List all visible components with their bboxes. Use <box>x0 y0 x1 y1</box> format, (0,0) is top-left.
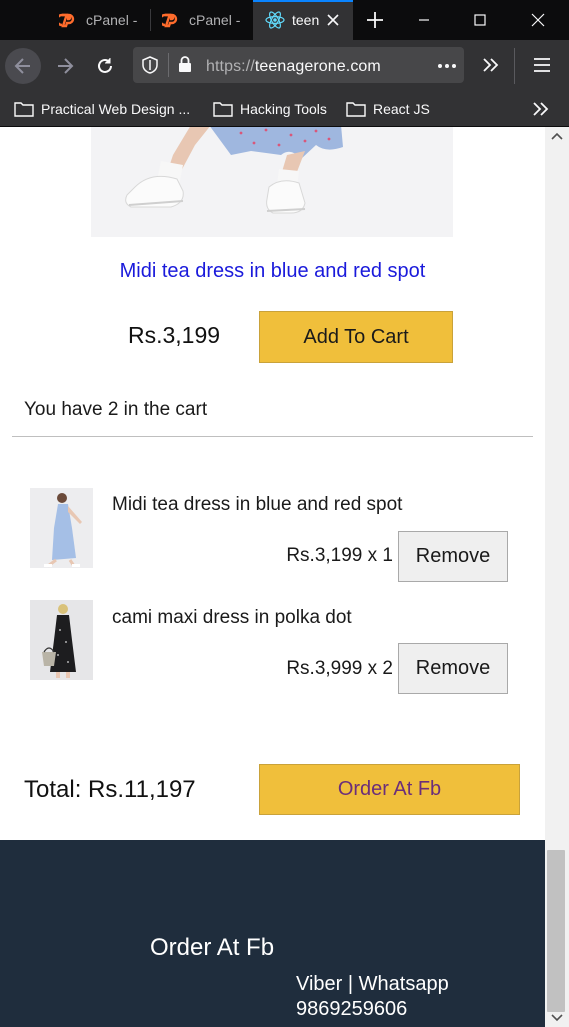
scrollbar-thumb[interactable] <box>547 850 565 1012</box>
divider <box>12 436 533 437</box>
cart-summary: You have 2 in the cart <box>24 399 208 420</box>
cart-item-quantity: Rs.3,199 x 1 <box>286 545 393 566</box>
shield-icon[interactable] <box>141 56 159 74</box>
remove-button[interactable]: Remove <box>398 531 508 582</box>
product-price: Rs.3,199 <box>128 322 221 348</box>
url-host: teenagerone.com <box>254 58 381 75</box>
footer-contact: Viber | Whatsapp 9869259606 <box>296 972 449 1022</box>
contact-phone: 9869259606 <box>296 998 408 1020</box>
forward-button[interactable] <box>47 48 83 84</box>
cpanel-icon <box>59 13 75 28</box>
contact-label: Viber | Whatsapp <box>296 973 449 995</box>
bookmark-react-js[interactable]: React JS <box>346 92 430 126</box>
url-scheme: https:// <box>206 58 255 75</box>
new-tab-button[interactable] <box>352 0 398 40</box>
back-arrow-icon <box>14 58 30 74</box>
bookmark-label: React JS <box>373 101 430 117</box>
cart-item-thumbnail <box>30 600 93 680</box>
more-dots-icon[interactable] <box>437 63 457 69</box>
scroll-up-arrow-icon[interactable] <box>550 131 564 141</box>
folder-icon <box>213 102 233 117</box>
plus-icon <box>367 12 383 28</box>
footer-title: Order At Fb <box>150 934 275 961</box>
close-icon <box>531 13 545 27</box>
cart-item-name: Midi tea dress in blue and red spot <box>112 494 403 515</box>
overflow-chevron-icon[interactable] <box>482 57 500 73</box>
minimize-button[interactable] <box>401 0 447 40</box>
maximize-button[interactable] <box>457 0 503 40</box>
tab-title: teen <box>292 12 320 28</box>
folder-icon <box>14 102 34 117</box>
toolbar-separator <box>514 48 515 84</box>
forward-arrow-icon <box>58 58 74 74</box>
urlbar-separator <box>168 53 169 77</box>
tab-cpanel-2[interactable]: cPanel - <box>151 0 252 40</box>
cart-item-name: cami maxi dress in polka dot <box>112 607 352 628</box>
hamburger-menu-icon[interactable] <box>533 57 551 73</box>
footer: Order At Fb Viber | Whatsapp 9869259606 <box>0 840 545 1027</box>
remove-button[interactable]: Remove <box>398 643 508 694</box>
reload-button[interactable] <box>87 48 123 84</box>
minimize-icon <box>419 19 429 21</box>
page-viewport: Midi tea dress in blue and red spot Rs.3… <box>0 127 545 1027</box>
lock-icon[interactable] <box>177 55 193 73</box>
folder-icon <box>346 102 366 117</box>
bookmark-label: Practical Web Design ... <box>41 101 191 117</box>
tab-title: cPanel - <box>189 12 241 28</box>
product-title-link[interactable]: Midi tea dress in blue and red spot <box>0 260 545 283</box>
cart-total: Total: Rs.11,197 <box>24 776 196 803</box>
reload-icon <box>98 58 112 73</box>
url-text[interactable]: https://teenagerone.com <box>206 58 381 76</box>
close-tab-icon[interactable] <box>326 13 340 27</box>
tab-cpanel-1[interactable]: cPanel - <box>48 0 150 40</box>
tab-title: cPanel - <box>86 12 138 28</box>
close-window-button[interactable] <box>513 0 563 40</box>
back-button[interactable] <box>5 48 41 84</box>
tab-teenagerone[interactable]: teen <box>253 0 353 40</box>
product-photo <box>91 127 453 237</box>
bookmark-practical-web-design[interactable]: Practical Web Design ... <box>14 92 190 126</box>
cart-item-image <box>30 488 93 568</box>
bookmarks-overflow-icon[interactable] <box>532 101 550 117</box>
react-icon <box>265 11 285 29</box>
cpanel-icon <box>162 13 178 28</box>
bookmark-label: Hacking Tools <box>240 101 327 117</box>
cart-item-thumbnail <box>30 488 93 568</box>
maximize-icon <box>474 14 486 26</box>
add-to-cart-button[interactable]: Add To Cart <box>259 311 453 363</box>
cart-item-quantity: Rs.3,999 x 2 <box>286 658 393 679</box>
cart-item-image <box>30 600 93 680</box>
scroll-down-arrow-icon[interactable] <box>550 1013 564 1023</box>
product-image[interactable] <box>91 127 453 237</box>
bookmark-hacking-tools[interactable]: Hacking Tools <box>213 92 327 126</box>
order-at-fb-button[interactable]: Order At Fb <box>259 764 520 815</box>
